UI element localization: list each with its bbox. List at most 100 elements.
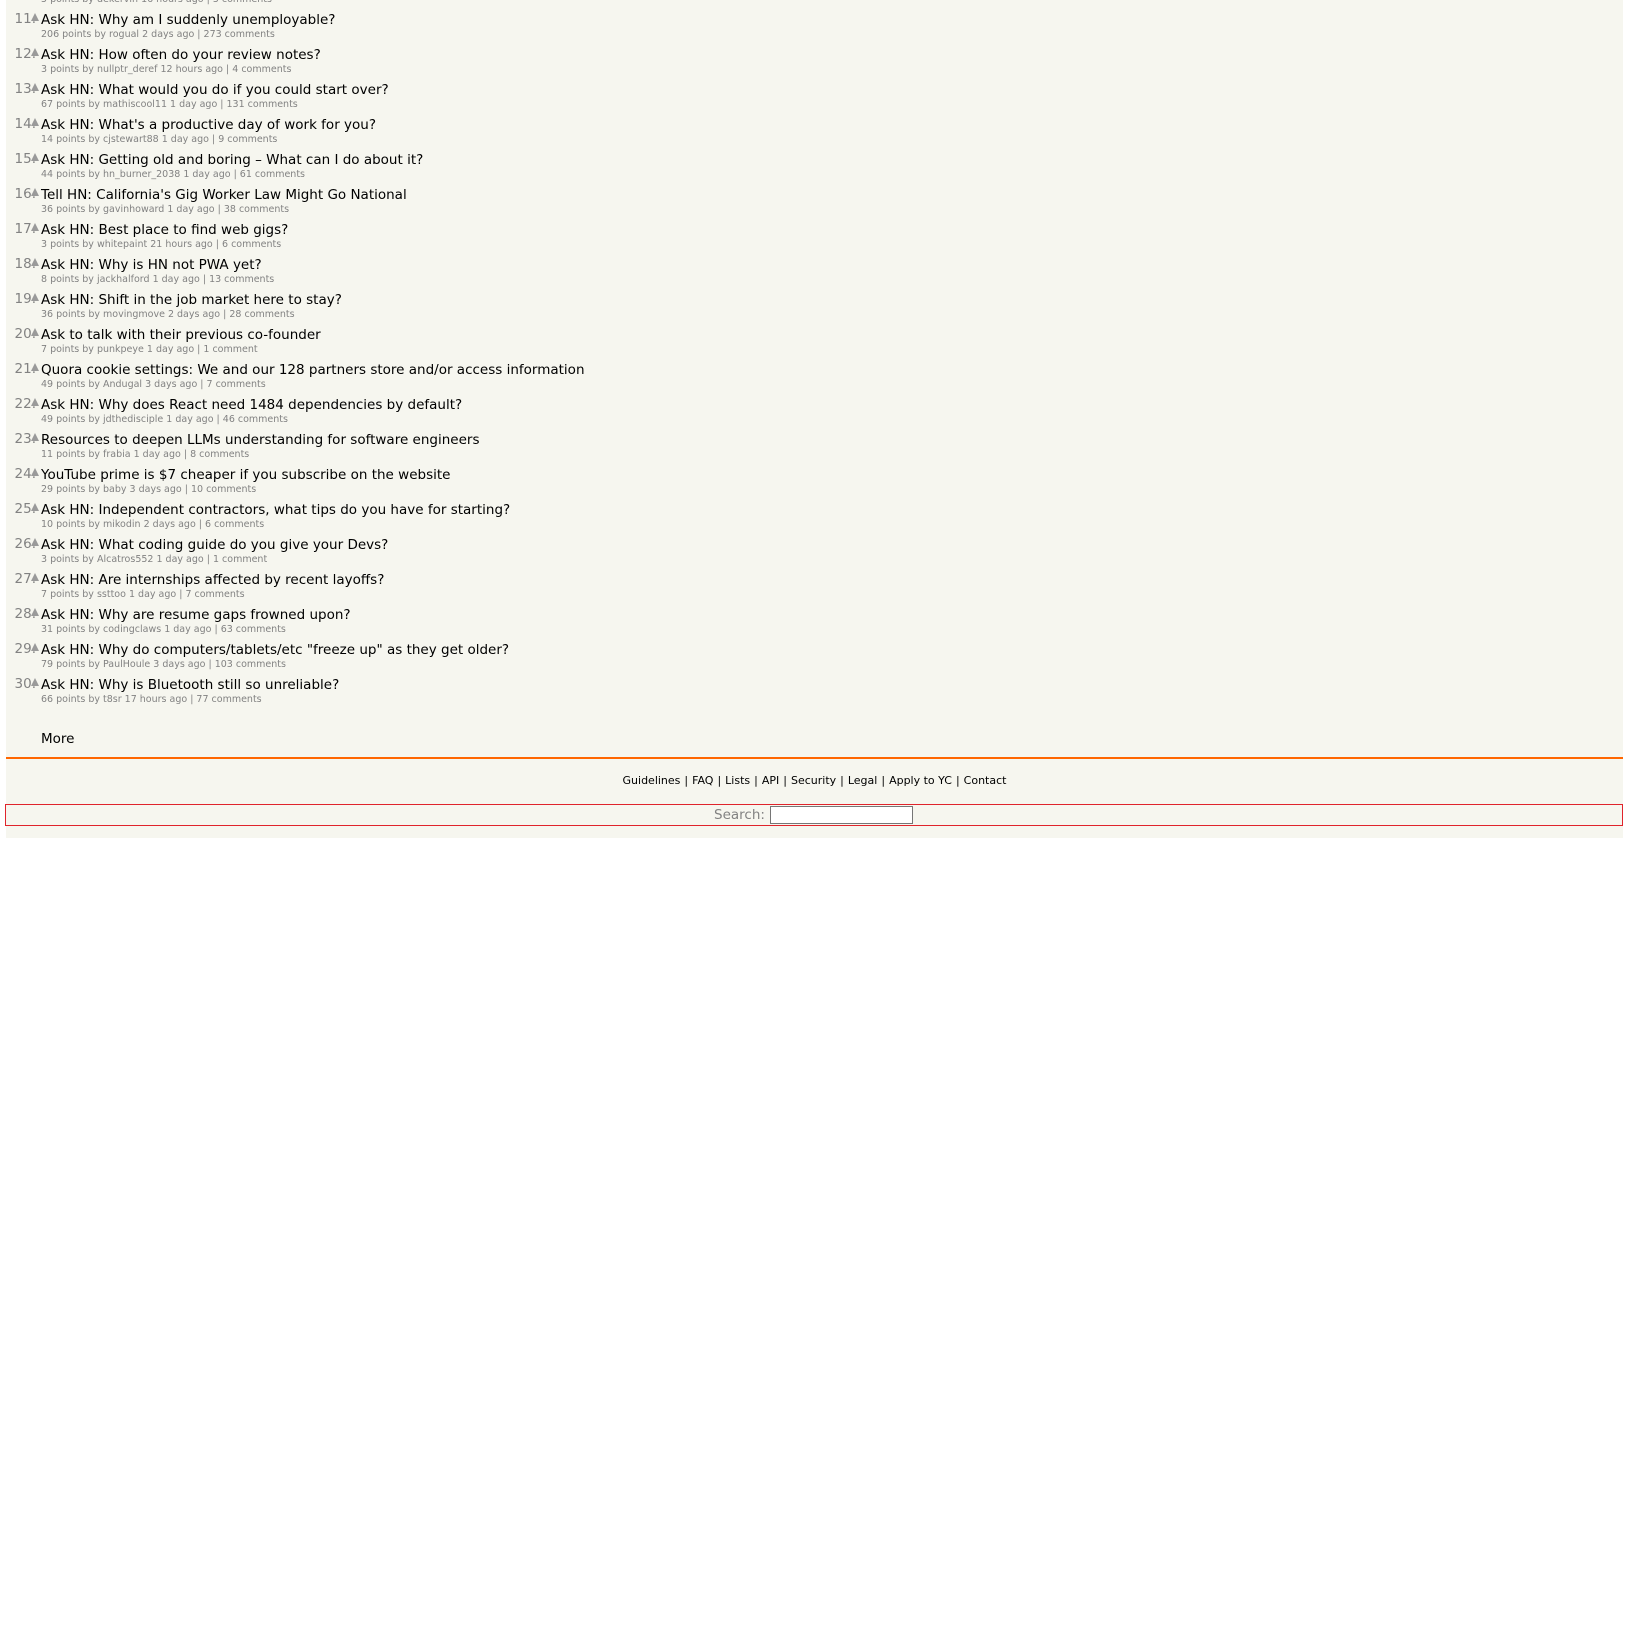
- story-title-link[interactable]: Ask HN: Best place to find web gigs?: [41, 222, 288, 238]
- story-age-link[interactable]: 1 day ago: [129, 589, 176, 600]
- story-user-link[interactable]: whitepaint: [97, 239, 147, 250]
- upvote-arrow-icon[interactable]: [30, 327, 40, 337]
- story-comments-link[interactable]: 131 comments: [227, 99, 298, 110]
- story-user-link[interactable]: baby: [103, 484, 127, 495]
- story-age-link[interactable]: 1 day ago: [167, 204, 214, 215]
- story-user-link[interactable]: Alcatros552: [97, 554, 154, 565]
- upvote-arrow-icon[interactable]: [30, 677, 40, 687]
- story-age-link[interactable]: 1 day ago: [183, 169, 230, 180]
- story-age-link[interactable]: 1 day ago: [134, 449, 181, 460]
- story-user-link[interactable]: nullptr_deref: [97, 64, 158, 75]
- search-input[interactable]: [769, 806, 913, 824]
- upvote-arrow-icon[interactable]: [30, 432, 40, 442]
- story-comments-link[interactable]: 273 comments: [204, 29, 275, 40]
- story-title-link[interactable]: Resources to deepen LLMs understanding f…: [41, 432, 479, 448]
- story-user-link[interactable]: punkpeye: [97, 344, 144, 355]
- footer-link-faq[interactable]: FAQ: [692, 774, 713, 787]
- story-user-link[interactable]: codingclaws: [103, 624, 161, 635]
- story-title-link[interactable]: Ask HN: Why is Bluetooth still so unreli…: [41, 677, 339, 693]
- story-comments-link[interactable]: 28 comments: [229, 309, 294, 320]
- story-comments-link[interactable]: 6 comments: [222, 239, 281, 250]
- upvote-arrow-icon[interactable]: [30, 292, 40, 302]
- story-comments-link[interactable]: 63 comments: [221, 624, 286, 635]
- story-user-link[interactable]: frabia: [103, 449, 131, 460]
- story-age-link[interactable]: 1 day ago: [166, 414, 213, 425]
- story-title-link[interactable]: Ask HN: What's a productive day of work …: [41, 117, 376, 133]
- more-link[interactable]: More: [41, 731, 74, 747]
- story-title-link[interactable]: Tell HN: California's Gig Worker Law Mig…: [41, 187, 407, 203]
- story-user-link[interactable]: cjstewart88: [103, 134, 159, 145]
- story-age-link[interactable]: 1 day ago: [153, 274, 200, 285]
- footer-link-apply-to-yc[interactable]: Apply to YC: [889, 774, 952, 787]
- story-title-link[interactable]: YouTube prime is $7 cheaper if you subsc…: [41, 467, 450, 483]
- story-age-link[interactable]: 1 day ago: [164, 624, 211, 635]
- story-age-link[interactable]: 1 day ago: [147, 344, 194, 355]
- story-title-link[interactable]: Ask HN: Why do computers/tablets/etc "fr…: [41, 642, 509, 658]
- story-comments-link[interactable]: 46 comments: [223, 414, 288, 425]
- story-user-link[interactable]: mathiscool11: [103, 99, 167, 110]
- story-title-link[interactable]: Ask HN: Why is HN not PWA yet?: [41, 257, 262, 273]
- upvote-arrow-icon[interactable]: [30, 222, 40, 232]
- story-user-link[interactable]: jackhalford: [97, 274, 150, 285]
- story-age-link[interactable]: 3 days ago: [145, 379, 197, 390]
- story-age-link[interactable]: 21 hours ago: [150, 239, 213, 250]
- story-comments-link[interactable]: 7 comments: [207, 379, 266, 390]
- story-user-link[interactable]: mikodin: [103, 519, 141, 530]
- story-title-link[interactable]: Ask to talk with their previous co-found…: [41, 327, 321, 343]
- story-age-link[interactable]: 3 days ago: [153, 659, 205, 670]
- upvote-arrow-icon[interactable]: [30, 117, 40, 127]
- story-age-link[interactable]: 2 days ago: [168, 309, 220, 320]
- story-title-link[interactable]: Ask HN: Are internships affected by rece…: [41, 572, 384, 588]
- upvote-arrow-icon[interactable]: [30, 607, 40, 617]
- upvote-arrow-icon[interactable]: [30, 537, 40, 547]
- upvote-arrow-icon[interactable]: [30, 362, 40, 372]
- story-user-link[interactable]: gavinhoward: [103, 204, 164, 215]
- upvote-arrow-icon[interactable]: [30, 257, 40, 267]
- story-user-link[interactable]: ssttoo: [97, 589, 126, 600]
- story-title-link[interactable]: Ask HN: Getting old and boring – What ca…: [41, 152, 423, 168]
- story-comments-link[interactable]: 10 comments: [191, 484, 256, 495]
- story-user-link[interactable]: movingmove: [103, 309, 165, 320]
- story-age-link[interactable]: 16 hours ago: [141, 0, 204, 5]
- story-comments-link[interactable]: 77 comments: [196, 694, 261, 705]
- upvote-arrow-icon[interactable]: [30, 82, 40, 92]
- story-user-link[interactable]: t8sr: [103, 694, 122, 705]
- upvote-arrow-icon[interactable]: [30, 467, 40, 477]
- footer-link-contact[interactable]: Contact: [964, 774, 1007, 787]
- story-title-link[interactable]: Quora cookie settings: We and our 128 pa…: [41, 362, 585, 378]
- upvote-arrow-icon[interactable]: [30, 47, 40, 57]
- footer-link-api[interactable]: API: [762, 774, 779, 787]
- story-comments-link[interactable]: 1 comment: [203, 344, 257, 355]
- story-age-link[interactable]: 1 day ago: [162, 134, 209, 145]
- footer-link-legal[interactable]: Legal: [848, 774, 877, 787]
- story-age-link[interactable]: 17 hours ago: [125, 694, 188, 705]
- story-comments-link[interactable]: 4 comments: [232, 64, 291, 75]
- story-comments-link[interactable]: 7 comments: [185, 589, 244, 600]
- story-title-link[interactable]: Ask HN: Why am I suddenly unemployable?: [41, 12, 335, 28]
- story-comments-link[interactable]: 38 comments: [224, 204, 289, 215]
- upvote-arrow-icon[interactable]: [30, 152, 40, 162]
- story-comments-link[interactable]: 61 comments: [240, 169, 305, 180]
- story-user-link[interactable]: hn_burner_2038: [103, 169, 180, 180]
- story-title-link[interactable]: Ask HN: Why does React need 1484 depende…: [41, 397, 462, 413]
- upvote-arrow-icon[interactable]: [30, 187, 40, 197]
- story-title-link[interactable]: Ask HN: What coding guide do you give yo…: [41, 537, 388, 553]
- story-age-link[interactable]: 2 days ago: [144, 519, 196, 530]
- story-comments-link[interactable]: 1 comment: [213, 554, 267, 565]
- story-user-link[interactable]: rogual: [109, 29, 139, 40]
- story-comments-link[interactable]: 103 comments: [215, 659, 286, 670]
- upvote-arrow-icon[interactable]: [30, 642, 40, 652]
- story-age-link[interactable]: 2 days ago: [142, 29, 194, 40]
- upvote-arrow-icon[interactable]: [30, 12, 40, 22]
- upvote-arrow-icon[interactable]: [30, 572, 40, 582]
- story-title-link[interactable]: Ask HN: Why are resume gaps frowned upon…: [41, 607, 351, 623]
- story-user-link[interactable]: PaulHoule: [103, 659, 150, 670]
- story-age-link[interactable]: 12 hours ago: [160, 64, 223, 75]
- upvote-arrow-icon[interactable]: [30, 502, 40, 512]
- story-title-link[interactable]: Ask HN: How often do your review notes?: [41, 47, 321, 63]
- story-title-link[interactable]: Ask HN: Shift in the job market here to …: [41, 292, 342, 308]
- story-comments-link[interactable]: 6 comments: [205, 519, 264, 530]
- story-user-link[interactable]: jdthedisciple: [103, 414, 163, 425]
- story-age-link[interactable]: 1 day ago: [170, 99, 217, 110]
- upvote-arrow-icon[interactable]: [30, 397, 40, 407]
